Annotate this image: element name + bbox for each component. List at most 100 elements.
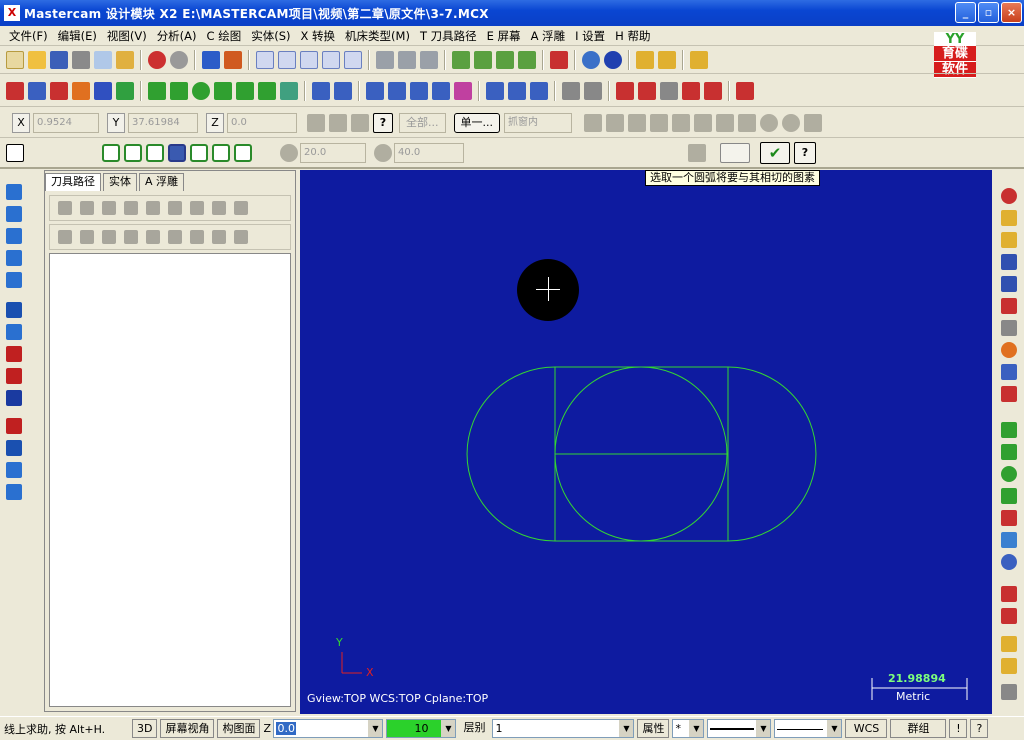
create-arc-icon[interactable] (192, 81, 210, 100)
regen-invalid-icon[interactable] (124, 201, 138, 215)
diameter-field[interactable]: 40.0 (394, 143, 464, 163)
tab-toolpaths[interactable]: 刀具路径 (45, 173, 101, 191)
rotate-icon[interactable] (388, 81, 406, 100)
material-icon[interactable] (72, 81, 90, 100)
select-body-icon[interactable] (672, 113, 690, 132)
toggle-posting-icon[interactable] (102, 230, 116, 244)
create-chamfer-icon[interactable] (258, 81, 276, 100)
radius-field[interactable]: 20.0 (300, 143, 366, 163)
mrx-pencil-icon[interactable] (1001, 210, 1017, 226)
select-solid-icon[interactable] (628, 113, 646, 132)
autocursor-icon[interactable] (351, 113, 369, 132)
front-view-icon[interactable] (496, 51, 514, 69)
solid-fillet-icon[interactable] (6, 368, 22, 384)
solid-trim-icon[interactable] (6, 418, 22, 434)
mrx-grid-icon[interactable] (1001, 636, 1017, 652)
new-file-icon[interactable] (6, 51, 24, 69)
zoom-target-icon[interactable] (278, 51, 296, 69)
solid-layout-icon[interactable] (6, 440, 22, 456)
select-face-icon[interactable] (650, 113, 668, 132)
highfeed-icon[interactable] (234, 201, 248, 215)
select-verify-icon[interactable] (738, 113, 756, 132)
color-icon[interactable] (704, 81, 722, 100)
arc-three-entities-icon[interactable] (190, 144, 208, 162)
save-icon[interactable] (50, 51, 68, 69)
mrx-chart-icon[interactable] (1001, 658, 1017, 674)
mrx-transform-icon[interactable] (1001, 586, 1017, 602)
zoom-window-icon[interactable] (256, 51, 274, 69)
help-question-icon[interactable]: ? (373, 112, 393, 133)
z-coordinate-field[interactable]: 0.0 (227, 112, 297, 133)
menu-view[interactable]: 视图(V) (102, 28, 152, 44)
select-all-ops-icon[interactable] (58, 201, 72, 215)
arc-three-entities-circle-icon[interactable] (212, 144, 230, 162)
mrx-plus-icon[interactable] (1001, 422, 1017, 438)
create-cylinder-icon[interactable] (280, 81, 298, 100)
select-single-button[interactable]: 单一... (453, 112, 500, 133)
tab-solids[interactable]: 实体 (103, 173, 137, 191)
tab-art[interactable]: A 浮雕 (139, 173, 185, 191)
surface-extrude-icon[interactable] (6, 184, 22, 200)
wcs-button[interactable]: WCS (845, 719, 888, 738)
properties-icon[interactable] (116, 51, 134, 69)
gcode-icon[interactable] (190, 201, 204, 215)
lock-icon[interactable] (58, 230, 72, 244)
minimize-button[interactable]: _ (955, 2, 976, 23)
table-icon[interactable] (616, 81, 634, 100)
toggle-display-icon[interactable] (80, 230, 94, 244)
solid-manager-icon[interactable] (6, 484, 22, 500)
radius-icon[interactable] (280, 144, 298, 162)
ribbon-help-icon[interactable]: ? (794, 142, 816, 164)
print-preview-icon[interactable] (94, 51, 112, 69)
arc-centerline-icon[interactable] (146, 144, 164, 162)
mrx-measure-icon[interactable] (1001, 684, 1017, 700)
offset-icon[interactable] (454, 81, 472, 100)
menu-art[interactable]: A 浮雕 (526, 28, 571, 44)
menu-solids[interactable]: 实体(S) (246, 28, 295, 44)
select-arrow-icon[interactable] (606, 113, 624, 132)
mrx-print-icon[interactable] (1001, 276, 1017, 292)
selection-filter-select[interactable]: 抓窗内 (504, 112, 572, 133)
fast-point-icon[interactable] (307, 113, 325, 132)
menu-screen[interactable]: E 屏幕 (482, 28, 526, 44)
verify-icon[interactable] (146, 201, 160, 215)
groups-button[interactable]: 群组 (890, 719, 947, 738)
move-up-icon[interactable] (146, 230, 160, 244)
point-check-icon[interactable] (6, 81, 24, 100)
apply-icon[interactable] (688, 144, 706, 162)
color-select[interactable]: 10 ▼ (386, 719, 457, 738)
insert-arrow-icon[interactable] (168, 230, 182, 244)
mrx-globe-icon[interactable] (1001, 554, 1017, 570)
analyze-icon[interactable] (690, 51, 708, 69)
select-invalid-ops-icon[interactable] (80, 201, 94, 215)
menu-xform[interactable]: X 转换 (296, 28, 341, 44)
status-help-button[interactable]: ! (949, 719, 968, 738)
mrx-offset-icon[interactable] (1001, 608, 1017, 624)
line-width-select[interactable]: ▼ (774, 719, 843, 738)
sphere-icon[interactable] (604, 51, 622, 69)
y-coordinate-field[interactable]: 37.61984 (128, 112, 198, 133)
mrx-point-icon[interactable] (1001, 188, 1017, 204)
mrx-solid-icon[interactable] (1001, 532, 1017, 548)
graphics-viewport[interactable]: 选取一个圆弧将要与其相切的图素 Y X Gview:TOP WCS:TOP Cp… (300, 170, 992, 714)
single-op-icon[interactable] (212, 230, 226, 244)
left-arc[interactable] (466, 366, 556, 542)
arc-two-entities-icon[interactable] (234, 144, 252, 162)
tag-icon[interactable] (682, 81, 700, 100)
globe-icon[interactable] (582, 51, 600, 69)
mrx-create-line-icon[interactable] (1001, 444, 1017, 460)
3d-toggle-button[interactable]: 3D (132, 719, 158, 738)
list-icon[interactable] (638, 81, 656, 100)
select-all-button[interactable]: 全部... (399, 112, 446, 133)
mrx-save-icon[interactable] (1001, 254, 1017, 270)
solid-cut-icon[interactable] (6, 346, 22, 362)
attributes-button[interactable]: 属性 (637, 719, 670, 738)
ok-check-icon[interactable]: ✔ (760, 142, 790, 164)
mrx-undo-icon[interactable] (1001, 298, 1017, 314)
menu-file[interactable]: 文件(F) (4, 28, 53, 44)
project-icon[interactable] (530, 81, 548, 100)
cube-view-icon[interactable] (550, 51, 568, 69)
select-end-icon[interactable] (782, 113, 800, 132)
zoom-80-icon[interactable] (344, 51, 362, 69)
point-style-select[interactable]: * ▼ (672, 719, 705, 738)
